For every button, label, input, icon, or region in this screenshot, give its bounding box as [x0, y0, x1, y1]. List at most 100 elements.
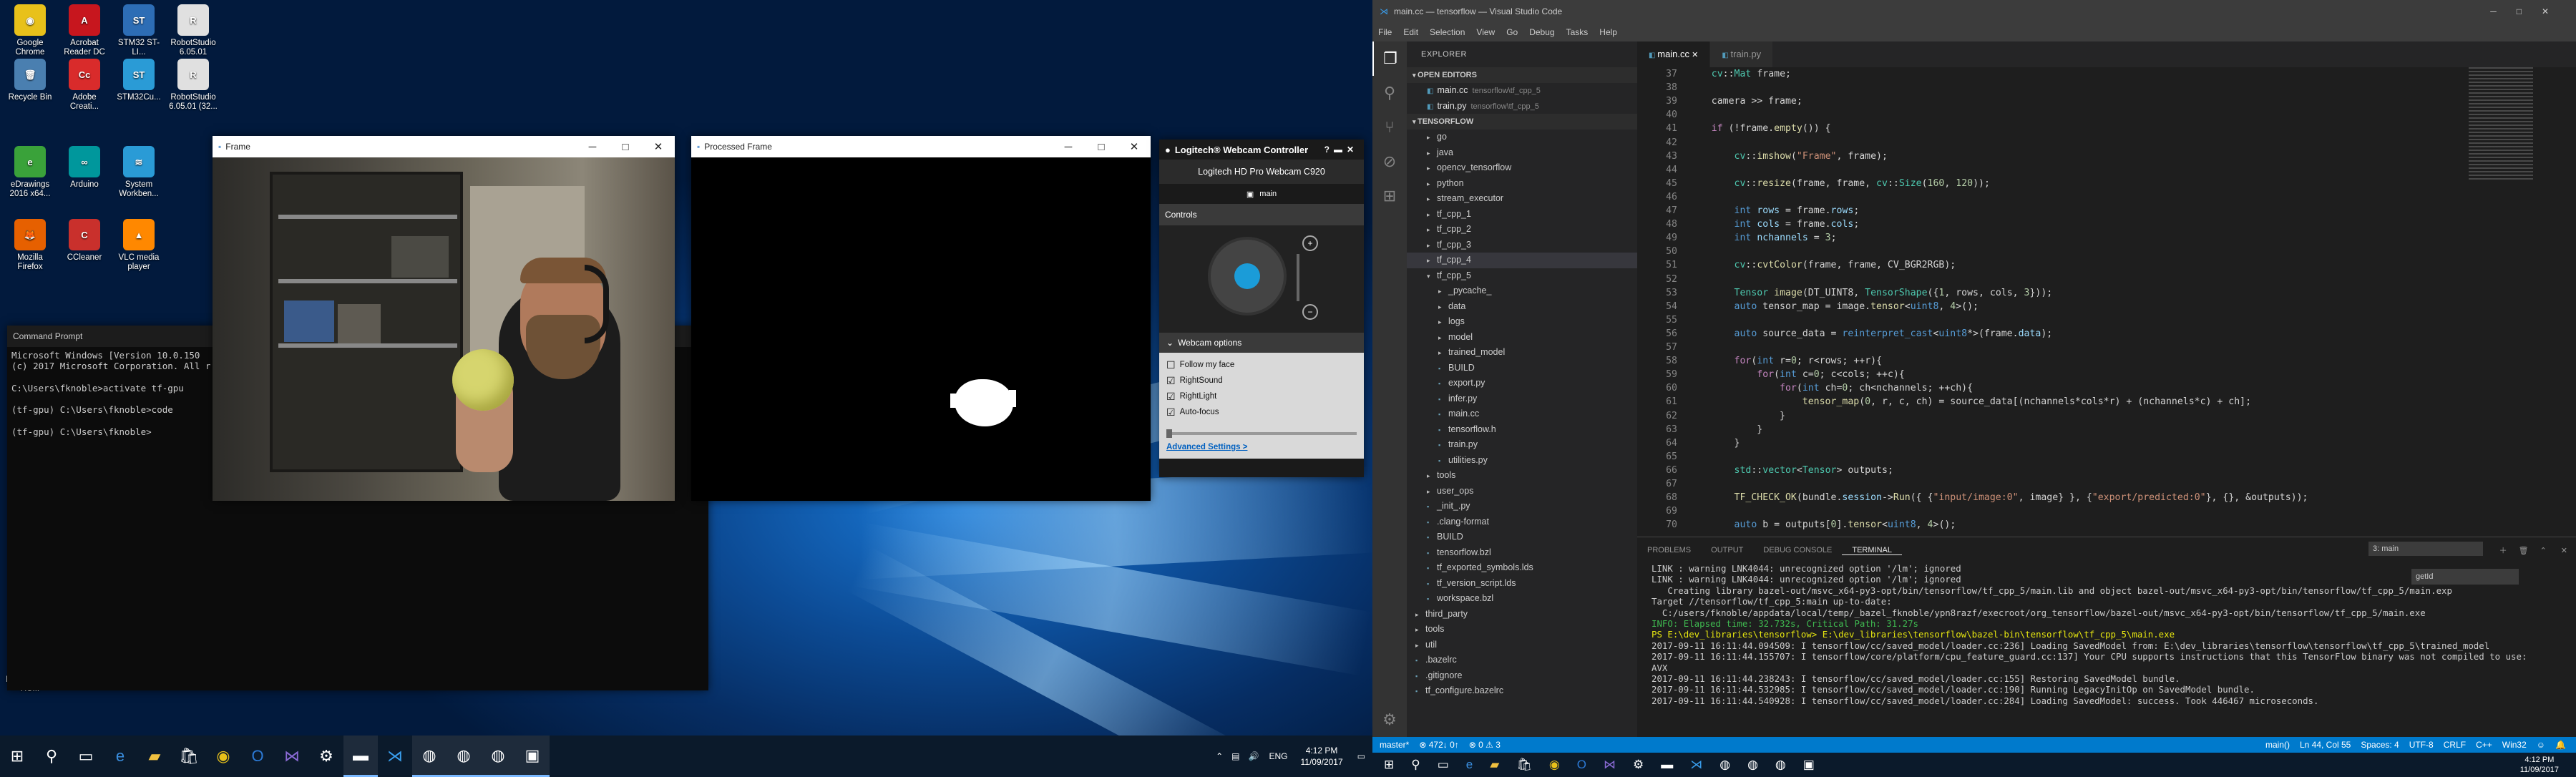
desktop-icon[interactable]: ▲ VLC media player	[113, 219, 165, 272]
volume-icon[interactable]: 🔊	[1244, 751, 1264, 761]
webcam-option[interactable]: ☑ Auto-focus	[1166, 404, 1357, 420]
status-item[interactable]: Win32	[2502, 740, 2527, 750]
open-editor-item[interactable]: ◧ main.cc tensorflow\tf_cpp_5	[1407, 83, 1637, 99]
cmd-task-icon[interactable]: ▬	[343, 736, 378, 777]
webcam-task-icon[interactable]: ▣	[515, 736, 550, 777]
explorer-icon[interactable]: ▰	[137, 736, 172, 777]
webcam-option[interactable]: ☐ Follow my face	[1166, 357, 1357, 373]
tool-icon[interactable]: ⚙	[1633, 758, 1644, 772]
edge-icon[interactable]: e	[103, 736, 137, 777]
advanced-settings-link[interactable]: Advanced Settings >	[1159, 443, 1364, 459]
status-item[interactable]: ⊗ 0 ⚠ 3	[1469, 740, 1501, 750]
task-view-icon[interactable]: ▭	[1438, 758, 1449, 772]
webcam-mode[interactable]: main	[1259, 190, 1277, 198]
tool-icon[interactable]: ⚙	[309, 736, 343, 777]
code-area[interactable]: 37 cv::Mat frame; 38 39 camera >> frame; 40…	[1637, 67, 2496, 537]
desktop-icon[interactable]: ∞ Arduino	[59, 146, 110, 190]
folder-item[interactable]: ▸ user_ops	[1407, 484, 1637, 499]
search-icon[interactable]: ⚲	[34, 736, 69, 777]
zoom-in-icon[interactable]: +	[1302, 235, 1318, 251]
desktop-icon[interactable]: R RobotStudio 6.05.01 (32...	[167, 59, 219, 112]
extensions-icon[interactable]: ⊞	[1372, 179, 1407, 213]
desktop-icon[interactable]: 🦊 Mozilla Firefox	[4, 219, 56, 272]
status-item[interactable]: Spaces: 4	[2361, 740, 2399, 750]
menu-item[interactable]: Help	[1594, 27, 1623, 37]
frame-window[interactable]: ▪ Frame ─ □ ✕	[213, 136, 675, 501]
file-item[interactable]: ▪ export.py	[1407, 376, 1637, 391]
folder-item[interactable]: ▸ model	[1407, 330, 1637, 346]
network-icon[interactable]: ▤	[1227, 751, 1244, 761]
explorer-icon[interactable]: ▰	[1490, 758, 1499, 772]
menu-item[interactable]: View	[1470, 27, 1501, 37]
status-item[interactable]: Ln 44, Col 55	[2300, 740, 2351, 750]
file-item[interactable]: ▪ tf_version_script.lds	[1407, 576, 1637, 592]
checkbox-icon[interactable]: ☐	[1166, 359, 1176, 371]
clock-secondary[interactable]: 4:12 PM 11/09/2017	[2520, 755, 2576, 775]
store-icon[interactable]: 🛍	[172, 736, 206, 777]
editor-tab[interactable]: ◧ train.py	[1710, 41, 1774, 67]
file-item[interactable]: ▪ workspace.bzl	[1407, 591, 1637, 607]
search-icon[interactable]: ⚲	[1411, 758, 1420, 772]
file-item[interactable]: ▪ tf_exported_symbols.lds	[1407, 560, 1637, 576]
debug-icon[interactable]: ⊘	[1372, 145, 1407, 179]
minimize-icon[interactable]: ─	[1052, 136, 1085, 157]
start-icon[interactable]: ⊞	[1384, 758, 1394, 772]
trash-icon[interactable]: 🗑	[2513, 546, 2534, 555]
chrome-icon[interactable]: ◉	[1549, 758, 1560, 772]
checkbox-checked-icon[interactable]: ☑	[1166, 406, 1176, 419]
webcam-option[interactable]: ☑ RightSound	[1166, 373, 1357, 388]
chevron-up-icon[interactable]: ⌃	[2534, 546, 2552, 555]
notification-icon[interactable]: ▭	[1350, 751, 1372, 761]
task-view-icon[interactable]: ▭	[69, 736, 103, 777]
close-icon[interactable]: ✕	[2552, 546, 2576, 555]
source-control-icon[interactable]: ⑂	[1372, 110, 1407, 145]
status-item[interactable]: ⊗ 472↓ 0↑	[1419, 740, 1458, 750]
zoom-slider[interactable]	[1297, 254, 1299, 301]
folder-item[interactable]: ▸ tools	[1407, 622, 1637, 637]
desktop-icon[interactable]: ST STM32Cu...	[113, 59, 165, 102]
file-item[interactable]: ▪ _init_.py	[1407, 499, 1637, 514]
desktop-icon[interactable]: ST STM32 ST-LI...	[113, 4, 165, 57]
panel-tab[interactable]: TERMINAL	[1842, 546, 1902, 555]
window-controls[interactable]: ─□✕	[2490, 6, 2569, 16]
start-icon[interactable]: ⊞	[0, 736, 34, 777]
webcam-device[interactable]: Logitech HD Pro Webcam C920	[1159, 160, 1364, 184]
folder-item[interactable]: ▸ logs	[1407, 314, 1637, 330]
window-controls[interactable]: ?▬✕	[1324, 145, 1358, 155]
checkbox-checked-icon[interactable]: ☑	[1166, 391, 1176, 403]
panel-tab[interactable]: OUTPUT	[1701, 546, 1753, 554]
cmd-task-icon[interactable]: ▬	[1661, 758, 1673, 772]
folder-item[interactable]: ▸ tf_cpp_3	[1407, 238, 1637, 253]
visual-studio-icon[interactable]: ⋈	[275, 736, 309, 777]
search-icon[interactable]: ⚲	[1372, 76, 1407, 110]
processed-window[interactable]: ▪ Processed Frame ─ □ ✕	[691, 136, 1151, 501]
menu-item[interactable]: File	[1372, 27, 1397, 37]
menu-item[interactable]: Selection	[1424, 27, 1470, 37]
folder-item[interactable]: ▸ tf_cpp_2	[1407, 222, 1637, 238]
file-item[interactable]: ▪ BUILD	[1407, 361, 1637, 376]
file-item[interactable]: ▪ tensorflow.bzl	[1407, 545, 1637, 561]
status-item[interactable]: UTF-8	[2409, 740, 2434, 750]
minimap[interactable]	[2469, 67, 2533, 282]
terminal-find-input[interactable]: getId	[2411, 569, 2519, 585]
folder-item[interactable]: ▸ tools	[1407, 468, 1637, 484]
vscode-task-icon[interactable]: ⋊	[1690, 758, 1702, 772]
open-editor-item[interactable]: ◧ train.py tensorflow\tf_cpp_5	[1407, 99, 1637, 114]
folder-item[interactable]: ▸ python	[1407, 176, 1637, 192]
webcam-task-icon[interactable]: ▣	[1803, 758, 1815, 772]
python2-icon[interactable]: ◍	[447, 736, 481, 777]
folder-item[interactable]: ▸ data	[1407, 299, 1637, 315]
menu-item[interactable]: Edit	[1397, 27, 1424, 37]
maximize-icon[interactable]: □	[1085, 136, 1118, 157]
file-item[interactable]: ▪ main.cc	[1407, 406, 1637, 422]
file-item[interactable]: ▪ .clang-format	[1407, 514, 1637, 530]
python-icon[interactable]: ◍	[1719, 758, 1730, 772]
python3-icon[interactable]: ◍	[481, 736, 515, 777]
python-icon[interactable]: ◍	[412, 736, 447, 777]
status-item[interactable]: master*	[1380, 740, 1409, 750]
bell-icon[interactable]: 🔔	[2555, 740, 2566, 750]
python3-icon[interactable]: ◍	[1775, 758, 1786, 772]
desktop-icon[interactable]: e eDrawings 2016 x64...	[4, 146, 56, 199]
language-indicator[interactable]: ENG	[1263, 751, 1293, 761]
file-item[interactable]: ▪ tensorflow.h	[1407, 422, 1637, 438]
